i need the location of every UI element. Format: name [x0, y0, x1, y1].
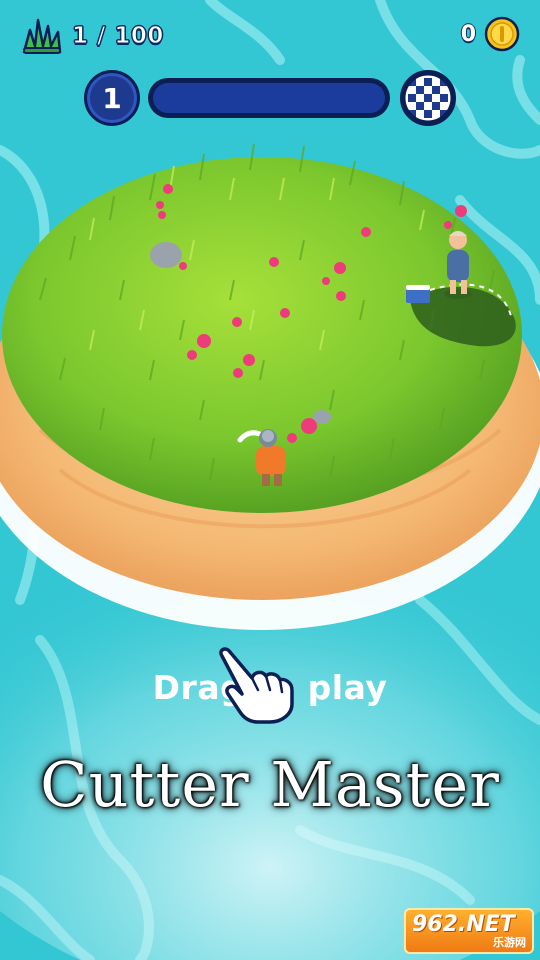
- site-watermark-logo: 962.NET 乐游网: [404, 908, 534, 954]
- coin-icon: [484, 16, 520, 52]
- level-progress-bar: [148, 78, 390, 118]
- level-progress-track: [153, 83, 385, 113]
- grass-count-label: 1 / 100: [72, 23, 164, 50]
- coin-counter: 0: [461, 16, 520, 52]
- grass-counter: 1 / 100: [20, 16, 164, 56]
- cooler-box: [406, 285, 430, 303]
- coin-count-label: 0: [460, 21, 476, 47]
- level-progress: 1: [84, 68, 458, 128]
- game-title: Cutter Master: [40, 748, 500, 821]
- grass-icon: [22, 18, 62, 54]
- rock: [150, 242, 182, 268]
- checkered-flag-icon: [400, 70, 456, 126]
- pointer-hand-icon: [219, 647, 294, 724]
- level-number-badge: 1: [84, 70, 140, 126]
- watermark-sub-text: 乐游网: [493, 936, 526, 949]
